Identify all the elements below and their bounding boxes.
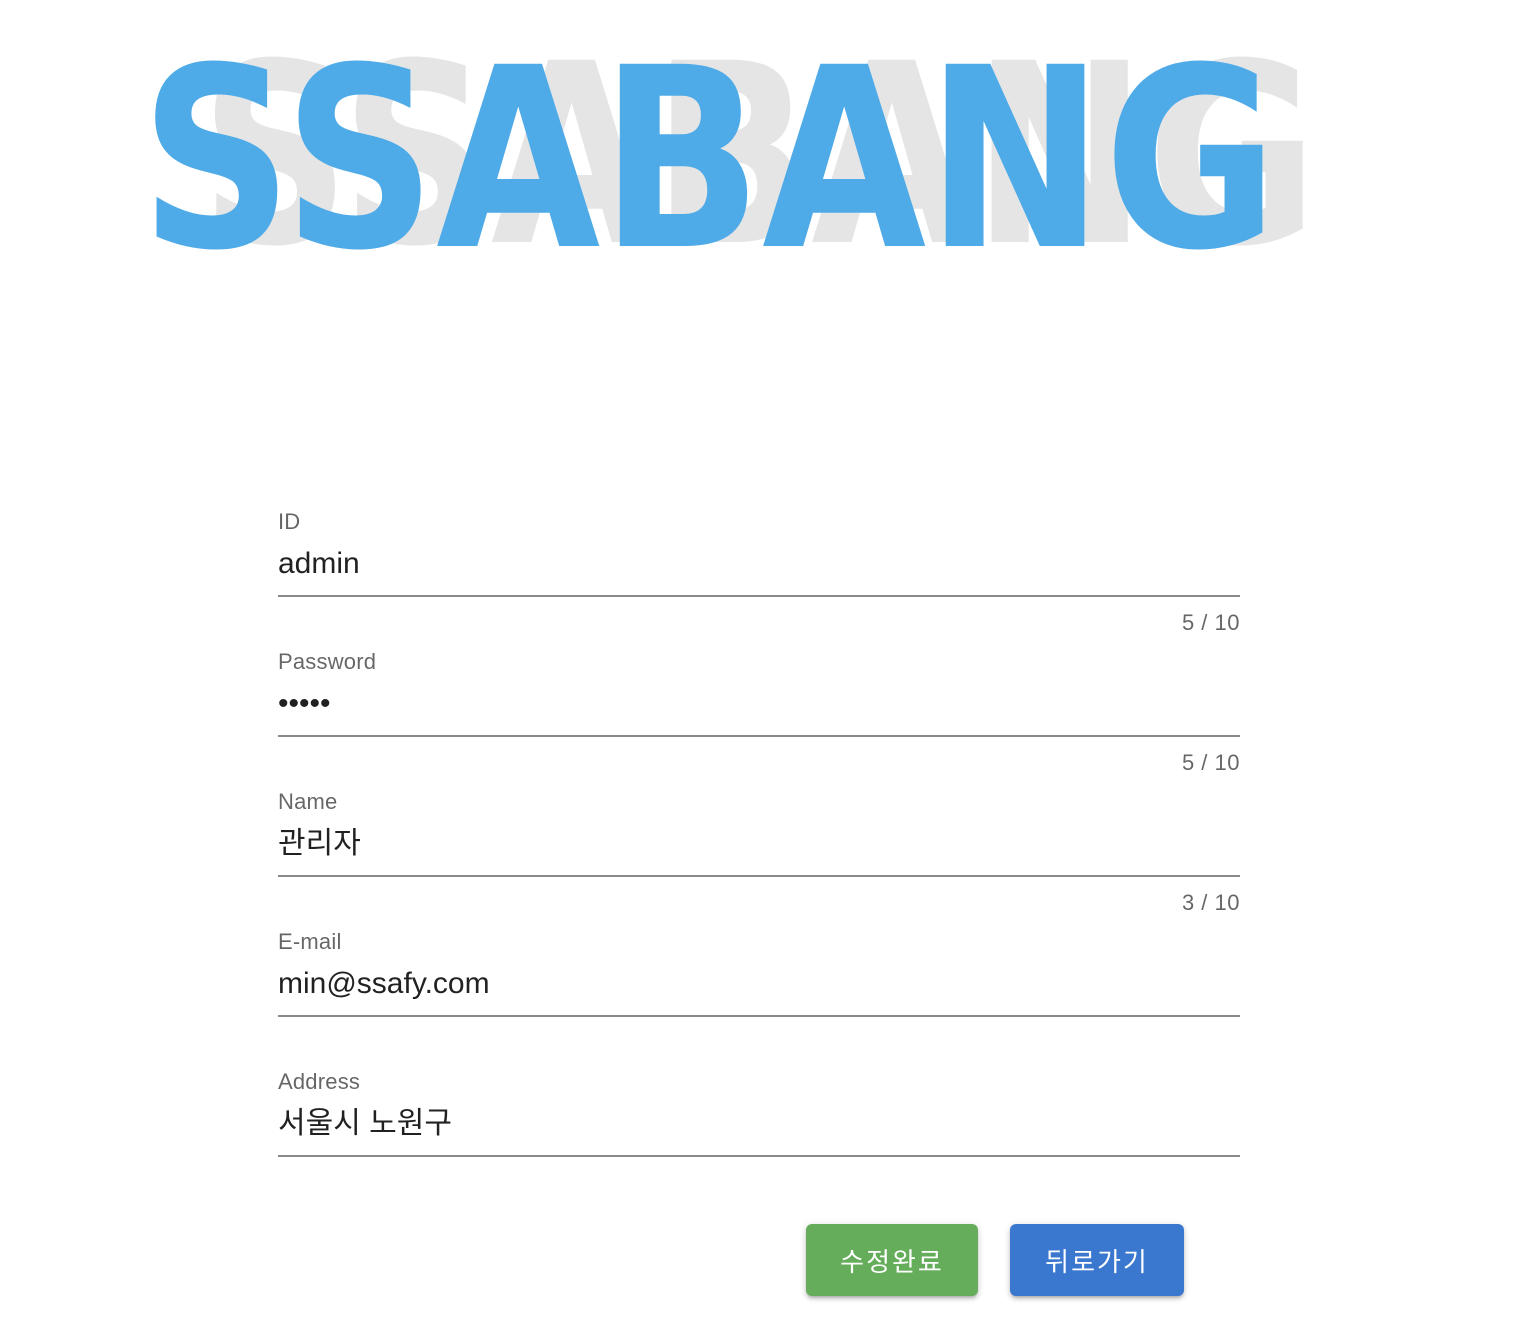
logo-main-text: SSABANG	[140, 46, 1278, 256]
name-field: Name 관리자 3 / 10	[278, 786, 1240, 926]
address-label: Address	[278, 1069, 361, 1094]
name-counter: 3 / 10	[1181, 890, 1240, 915]
email-field: E-mail min@ssafy.com	[278, 926, 1240, 1066]
email-label: E-mail	[278, 929, 342, 954]
email-input[interactable]: min@ssafy.com	[278, 962, 1240, 1006]
save-button[interactable]: 수정완료	[806, 1224, 978, 1296]
id-label: ID	[278, 509, 301, 534]
back-button[interactable]: 뒤로가기	[1010, 1224, 1184, 1296]
address-input[interactable]: 서울시 노원구	[278, 1102, 1240, 1146]
back-button-label: 뒤로가기	[1045, 1246, 1149, 1277]
logo-graphic: SSABANG SSABANG	[140, 46, 1318, 256]
password-field: Password ••••• 5 / 10	[278, 646, 1240, 786]
id-underline	[278, 595, 1240, 597]
email-underline	[278, 1015, 1240, 1017]
name-label: Name	[278, 789, 338, 814]
id-field: ID admin 5 / 10	[278, 506, 1240, 646]
name-input[interactable]: 관리자	[278, 822, 1240, 866]
address-field: Address 서울시 노원구	[278, 1066, 1240, 1206]
password-underline	[278, 735, 1240, 737]
id-counter: 5 / 10	[1181, 610, 1240, 635]
name-underline	[278, 875, 1240, 877]
password-counter: 5 / 10	[1181, 750, 1240, 775]
password-label: Password	[278, 649, 377, 674]
ssabang-logo: SSABANG SSABANG	[138, 46, 1328, 256]
address-underline	[278, 1155, 1240, 1157]
password-input[interactable]: •••••	[278, 682, 1240, 726]
save-button-label: 수정완료	[840, 1246, 944, 1277]
profile-edit-form: ID admin 5 / 10 Password ••••• 5 / 10 Na…	[278, 506, 1240, 1206]
id-input[interactable]: admin	[278, 542, 1240, 586]
